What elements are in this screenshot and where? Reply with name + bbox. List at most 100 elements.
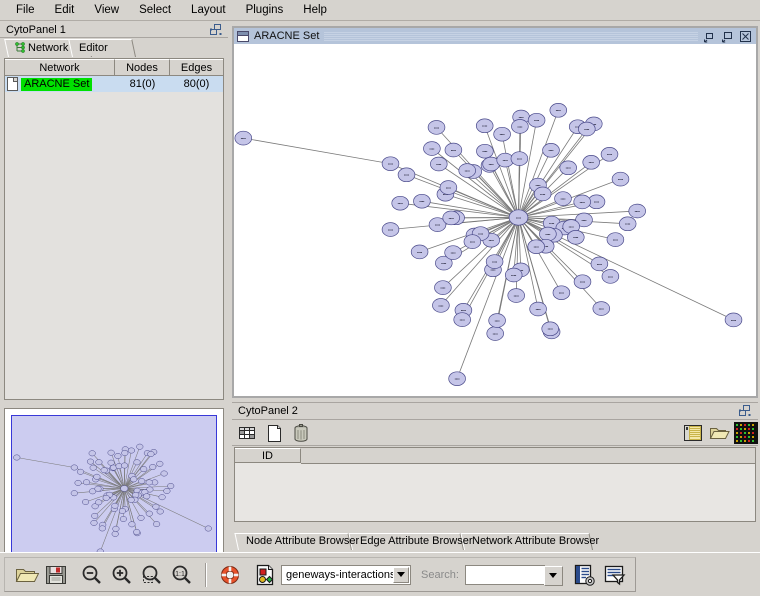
network-tree-icon	[15, 42, 25, 53]
visual-style-select[interactable]: geneways-interactions	[281, 565, 411, 585]
cytopanel-2-toolbar-left	[236, 422, 312, 444]
svg-text:••••: ••••	[608, 275, 614, 279]
svg-text:••••: ••••	[589, 161, 595, 165]
tab-editor[interactable]: Editor	[72, 39, 134, 56]
bottom-toolbar-strip: 1:1	[4, 557, 636, 592]
svg-text:••••: ••••	[514, 294, 520, 298]
open-folder-icon[interactable]	[708, 422, 730, 444]
table-row[interactable]: ARACNE Set 81(0) 80(0)	[5, 76, 223, 92]
network-table-header: Network Nodes Edges	[5, 59, 223, 76]
toolbar-separator	[205, 563, 207, 587]
column-header-network[interactable]: Network	[5, 59, 115, 76]
node-attribute-settings-button[interactable]	[571, 562, 597, 588]
svg-text:••••: ••••	[559, 291, 565, 295]
column-header-id[interactable]: ID	[235, 448, 301, 463]
zoom-actual-size-button[interactable]: 1:1	[169, 562, 195, 588]
cytopanel-1-titlebar: CytoPanel 1	[0, 22, 228, 38]
overview-viewport[interactable]	[11, 415, 217, 563]
attribute-browser-table[interactable]: ID	[234, 447, 756, 522]
save-session-button[interactable]	[43, 562, 69, 588]
svg-text:••••: ••••	[482, 124, 488, 128]
cytopanel-1-title: CytoPanel 1	[6, 24, 66, 36]
tab-network-attribute-browser[interactable]: Network Attribute Browser	[464, 533, 591, 549]
svg-text:••••: ••••	[545, 232, 551, 236]
titlebar-texture	[324, 32, 698, 41]
minimize-button[interactable]	[703, 30, 716, 43]
show-all-button[interactable]	[217, 562, 243, 588]
svg-text:••••: ••••	[435, 223, 441, 227]
right-column: ARACNE Set	[230, 22, 760, 552]
attribute-browser-tabs: Node Attribute Browser Edge Attribute Br…	[234, 532, 758, 549]
cytoscape-window: File Edit View Select Layout Plugins Hel…	[0, 0, 760, 596]
menu-file[interactable]: File	[6, 1, 45, 19]
visual-style-value: geneways-interactions	[286, 569, 395, 581]
bottom-toolbar: 1:1	[0, 552, 760, 596]
network-edges-cell: 80(0)	[170, 76, 223, 92]
table-grid-icon[interactable]	[236, 422, 258, 444]
svg-text:••••: ••••	[492, 260, 498, 264]
cytopanel-2-title: CytoPanel 2	[238, 405, 298, 417]
menu-plugins[interactable]: Plugins	[236, 1, 294, 19]
new-document-icon[interactable]	[263, 422, 285, 444]
tab-node-attribute-browser[interactable]: Node Attribute Browser	[238, 533, 350, 549]
trash-can-icon[interactable]	[290, 422, 312, 444]
float-window-icon[interactable]	[210, 24, 224, 36]
svg-text:••••: ••••	[482, 150, 488, 154]
svg-text:••••: ••••	[556, 109, 562, 113]
zoom-out-button[interactable]	[79, 562, 105, 588]
search-chevron-down-icon[interactable]	[544, 566, 563, 586]
svg-text:••••: ••••	[625, 222, 631, 226]
zoom-in-button[interactable]	[109, 562, 135, 588]
svg-text:••••: ••••	[429, 147, 435, 151]
svg-text:••••: ••••	[438, 304, 444, 308]
network-name-cell[interactable]: ARACNE Set	[5, 76, 115, 92]
svg-text:••••: ••••	[465, 169, 471, 173]
heatmap-matrix-icon[interactable]	[734, 421, 758, 445]
svg-text:••••: ••••	[517, 125, 523, 129]
network-table[interactable]: Network Nodes Edges ARACNE Set 81(0) 80(…	[4, 58, 224, 400]
network-canvas[interactable]: •••• •••• •••• •••• •••• •••• •••• •••• •••• ••••…	[234, 44, 756, 396]
svg-text:••••: ••••	[618, 178, 624, 182]
table-export-icon[interactable]	[682, 422, 704, 444]
vizmapper-button[interactable]	[253, 562, 279, 588]
menu-edit[interactable]: Edit	[45, 1, 85, 19]
svg-text:••••: ••••	[594, 200, 600, 204]
svg-text:••••: ••••	[461, 309, 467, 313]
tab-edge-attribute-browser[interactable]: Edge Attribute Browser	[352, 533, 462, 549]
search-input[interactable]	[465, 565, 545, 585]
cytopanel-2-toolbar	[232, 420, 758, 446]
svg-text:••••: ••••	[548, 149, 554, 153]
zoom-selected-button[interactable]	[139, 562, 165, 588]
svg-text:••••: ••••	[493, 332, 499, 336]
svg-text:••••: ••••	[569, 225, 575, 229]
svg-text:••••: ••••	[478, 232, 484, 236]
cytopanel-2: CytoPanel 2	[232, 402, 758, 550]
network-view-titlebar[interactable]: ARACNE Set	[234, 28, 756, 44]
menu-help[interactable]: Help	[293, 1, 337, 19]
menu-layout[interactable]: Layout	[181, 1, 236, 19]
network-nodes-cell: 81(0)	[115, 76, 170, 92]
svg-text:••••: ••••	[446, 186, 452, 190]
cytopanel-1-tabs: Network Editor	[0, 38, 228, 56]
menu-bar: File Edit View Select Layout Plugins Hel…	[0, 0, 760, 21]
network-view-title: ARACNE Set	[254, 30, 319, 42]
filter-button[interactable]	[601, 562, 627, 588]
network-graph[interactable]: •••• •••• •••• •••• •••• •••• •••• •••• •••• ••••…	[234, 44, 756, 396]
network-overview-panel[interactable]	[4, 408, 224, 570]
svg-text:••••: ••••	[434, 126, 440, 130]
svg-text:••••: ••••	[549, 222, 555, 226]
svg-text:••••: ••••	[516, 216, 522, 220]
column-header-nodes[interactable]: Nodes	[115, 59, 170, 76]
column-header-edges[interactable]: Edges	[170, 59, 223, 76]
chevron-down-icon[interactable]	[393, 567, 409, 583]
svg-text:••••: ••••	[404, 173, 410, 177]
maximize-button[interactable]	[721, 30, 734, 43]
menu-view[interactable]: View	[84, 1, 129, 19]
menu-select[interactable]: Select	[129, 1, 181, 19]
svg-text:••••: ••••	[441, 262, 447, 266]
open-session-button[interactable]	[13, 562, 39, 588]
close-button[interactable]	[739, 30, 752, 43]
svg-text:••••: ••••	[548, 327, 554, 331]
float-window-icon[interactable]	[739, 405, 753, 417]
svg-text:••••: ••••	[241, 137, 247, 141]
